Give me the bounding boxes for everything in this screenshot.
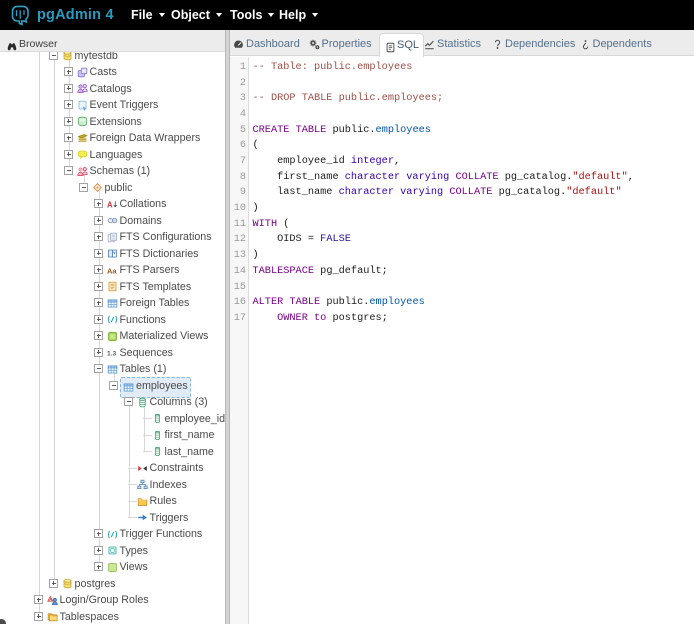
svg-text:Aa: Aa (107, 266, 117, 275)
svg-text:A: A (107, 200, 113, 209)
svg-text:A: A (49, 597, 52, 602)
svg-text:1.3: 1.3 (107, 350, 117, 357)
